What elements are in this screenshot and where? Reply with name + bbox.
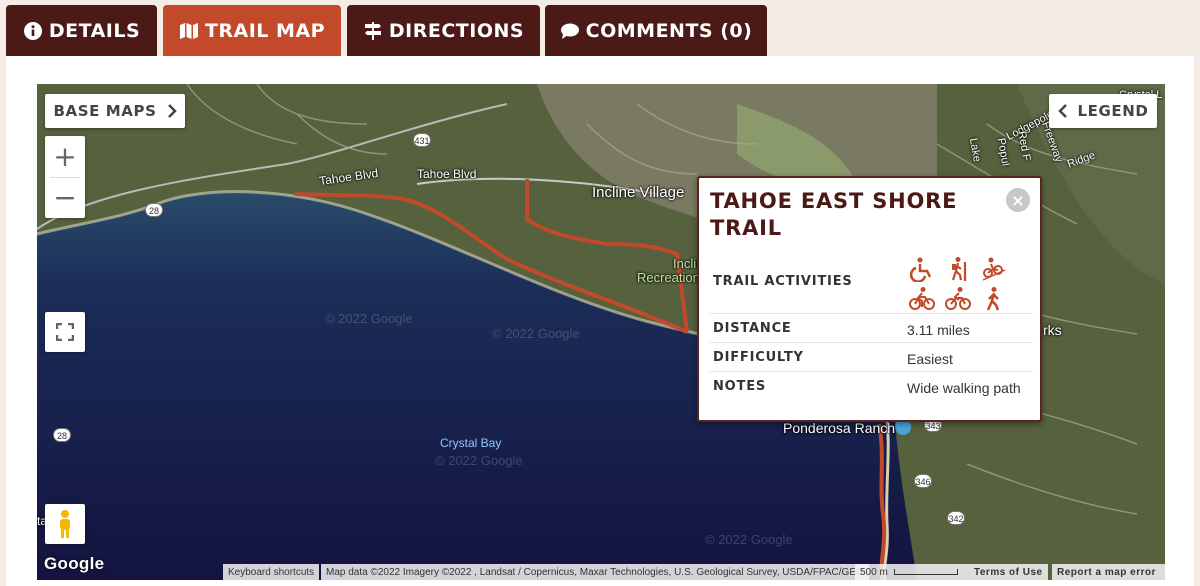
tab-bar: DETAILS TRAIL MAP DIRECTIONS COMMENTS (0… [0,0,1200,56]
difficulty-row: DIFFICULTY Easiest [709,343,1033,372]
trail-map[interactable]: Tahoe Blvd Tahoe Blvd Incline Village In… [37,84,1165,580]
tab-label: DIRECTIONS [388,19,525,42]
map-watermark: © 2022 Google [492,326,580,341]
terms-of-use-link[interactable]: Terms of Use [969,564,1048,580]
base-maps-label: BASE MAPS [53,102,157,120]
report-map-error-link[interactable]: Report a map error [1052,564,1165,580]
zoom-in-button[interactable]: + [45,137,85,177]
chevron-left-icon [1057,104,1067,118]
road-biking-icon [945,286,971,312]
water-label: Crystal Bay [440,436,502,450]
keyboard-shortcuts-link[interactable]: Keyboard shortcuts [223,564,320,580]
difficulty-label: DIFFICULTY [713,350,804,365]
distance-label: DISTANCE [713,321,792,336]
map-watermark: © 2022 Google [435,453,523,468]
place-label: Ponderosa Ranch [783,420,896,436]
notes-row: NOTES Wide walking path [709,372,1033,401]
activities-row: TRAIL ACTIVITIES [709,250,1033,314]
map-watermark: © 2022 Google [325,311,413,326]
trail-info-popup: TAHOE EAST SHORE TRAIL × TRAIL ACTIVITIE… [697,176,1042,422]
legend-label: LEGEND [1077,102,1149,120]
scale-label: 500 m [860,566,888,578]
scale-line [893,569,958,575]
comment-icon [560,23,579,39]
map-watermark: © 2022 Google [705,532,793,547]
notes-value: Wide walking path [907,380,1021,396]
route-shield: 342 [947,511,965,525]
tab-label: COMMENTS (0) [585,19,753,42]
route-shield: 28 [145,203,163,217]
signpost-icon [364,21,381,40]
tab-label: DETAILS [48,19,141,42]
road-label: Tahoe Blvd [417,167,477,181]
tab-trail-map[interactable]: TRAIL MAP [163,5,341,56]
distance-value: 3.11 miles [907,322,970,338]
hiking-icon [945,256,971,282]
street-view-pegman[interactable] [45,504,85,544]
fullscreen-icon [56,323,74,341]
map-icon [179,22,198,39]
trail-title: TAHOE EAST SHORE TRAIL [710,189,958,240]
close-button[interactable]: × [1006,188,1030,212]
place-label: rks [1043,322,1062,338]
google-logo: Google [44,554,105,573]
activities-label: TRAIL ACTIVITIES [713,274,853,289]
route-shield: 346 [914,474,932,488]
fullscreen-button[interactable] [45,312,85,352]
base-maps-button[interactable]: BASE MAPS [45,94,185,128]
route-shield: 431 [413,133,431,147]
zoom-control: + − [45,136,85,218]
walking-icon [981,286,1007,312]
distance-row: DISTANCE 3.11 miles [709,314,1033,343]
info-circle-icon [23,21,42,40]
notes-label: NOTES [713,379,767,394]
wheelchair-icon [909,256,935,283]
difficulty-value: Easiest [907,351,953,367]
tab-directions[interactable]: DIRECTIONS [347,5,540,56]
map-data-attribution: Map data ©2022 Imagery ©2022 , Landsat /… [321,564,869,580]
route-shield: 28 [53,428,71,442]
place-label: Recreation [637,270,700,285]
tab-label: TRAIL MAP [204,19,326,42]
biking-icon [909,286,935,312]
place-label: Incline Village [592,184,685,201]
zoom-out-button[interactable]: − [45,178,85,218]
pegman-icon [60,510,70,538]
tab-details[interactable]: DETAILS [6,5,157,56]
scale-bar[interactable]: 500 m [855,564,969,580]
mountain-biking-icon [981,256,1007,282]
chevron-right-icon [167,104,177,118]
tab-comments[interactable]: COMMENTS (0) [545,5,767,56]
legend-button[interactable]: LEGEND [1049,94,1157,128]
